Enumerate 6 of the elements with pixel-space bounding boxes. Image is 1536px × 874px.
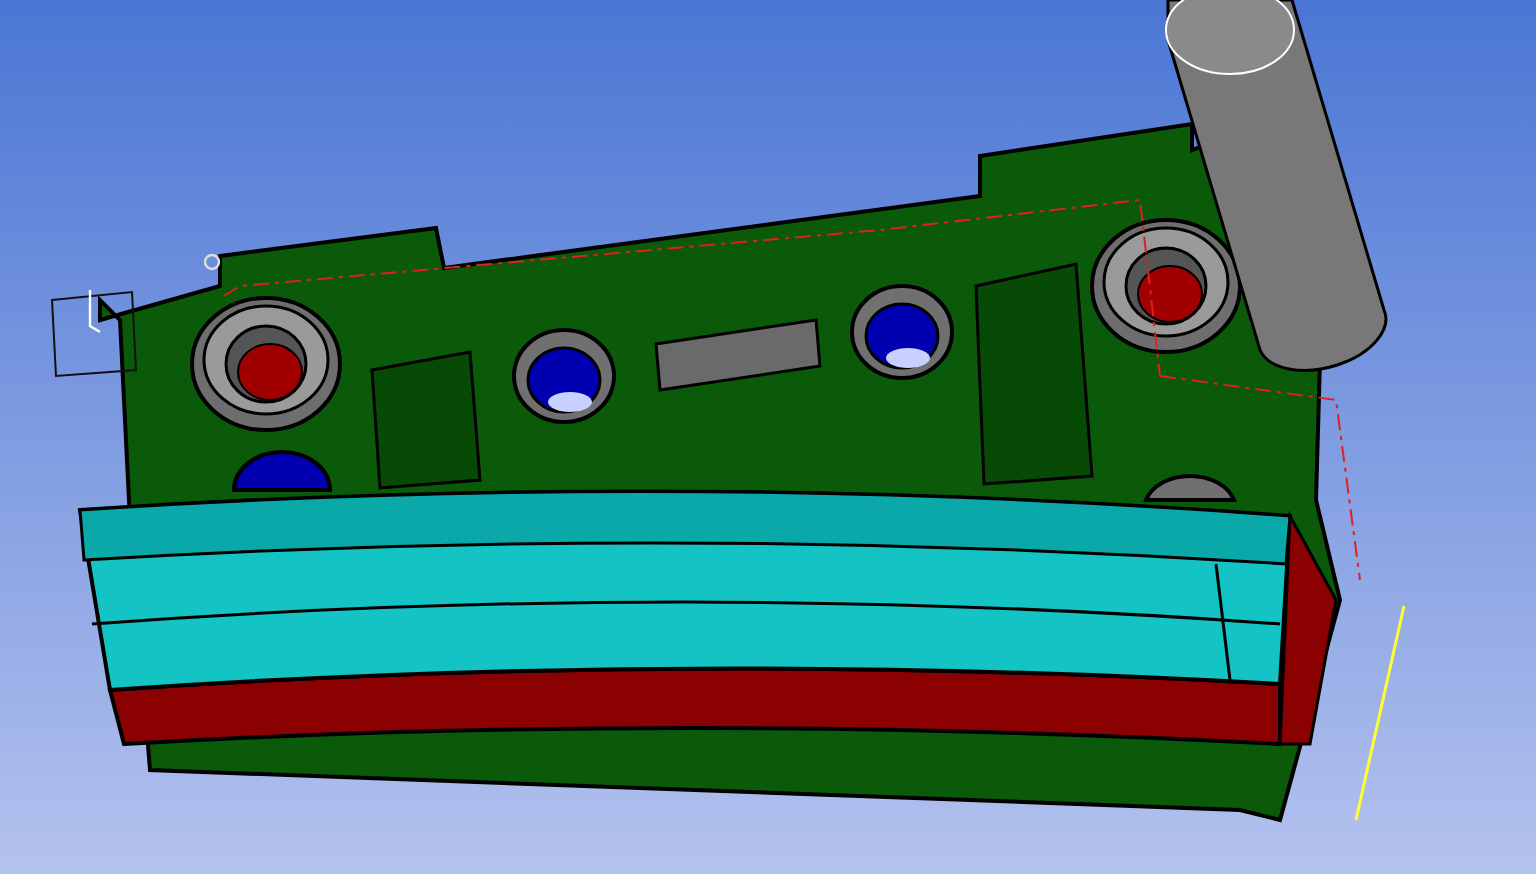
- triad-box-icon: [50, 290, 138, 378]
- bolt-hole-drawing: [850, 284, 954, 380]
- rib-drawing: [370, 350, 482, 490]
- origin-marker-icon: [203, 253, 221, 271]
- bolt-hole-drawing: [512, 328, 616, 424]
- partial-hole-drawing: [1144, 473, 1236, 502]
